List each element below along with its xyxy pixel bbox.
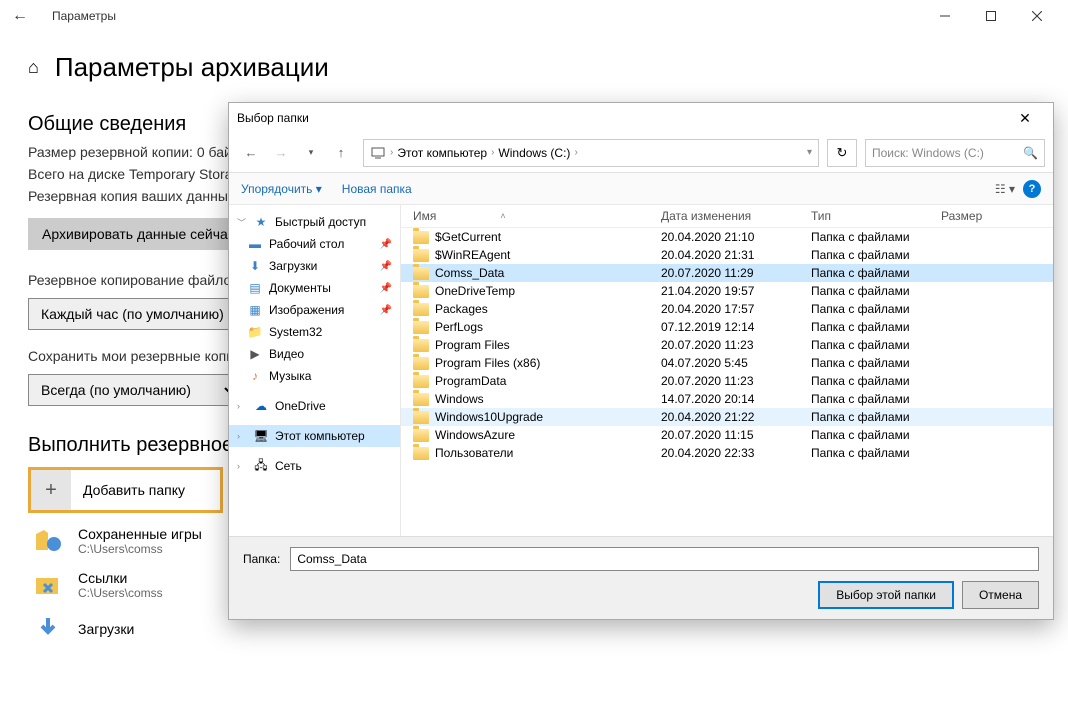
home-icon[interactable]: ⌂	[28, 57, 39, 78]
folder-icon	[413, 339, 429, 352]
file-row[interactable]: Пользователи20.04.2020 22:33Папка с файл…	[401, 444, 1053, 462]
folder-icon: 📁	[247, 324, 263, 340]
folder-icon	[413, 285, 429, 298]
star-icon: ★	[253, 214, 269, 230]
window-title: Параметры	[52, 9, 116, 23]
downloads-icon	[32, 613, 66, 645]
folder-icon	[413, 231, 429, 244]
navigation-pane: ﹀ ★ Быстрый доступ ▬Рабочий стол📌⬇Загруз…	[229, 205, 401, 536]
music-icon: ♪	[247, 368, 263, 384]
documents-icon: ▤	[247, 280, 263, 296]
file-row[interactable]: ProgramData20.07.2020 11:23Папка с файла…	[401, 372, 1053, 390]
column-date[interactable]: Дата изменения	[661, 209, 811, 223]
file-row[interactable]: $GetCurrent20.04.2020 21:10Папка с файла…	[401, 228, 1053, 246]
column-type[interactable]: Тип	[811, 209, 941, 223]
view-button[interactable]: ☷ ▾	[995, 182, 1015, 196]
folder-icon	[413, 267, 429, 280]
nav-recent-button[interactable]: ▾	[297, 139, 325, 167]
search-input[interactable]: Поиск: Windows (C:) 🔍	[865, 139, 1045, 167]
back-button[interactable]: ←	[8, 7, 32, 25]
nav-network[interactable]: › 🖧 Сеть	[229, 455, 400, 477]
folder-icon	[413, 357, 429, 370]
nav-item[interactable]: ♪Музыка	[229, 365, 400, 387]
nav-quick-access[interactable]: ﹀ ★ Быстрый доступ	[229, 211, 400, 233]
pin-icon: 📌	[380, 283, 392, 294]
folder-icon	[413, 321, 429, 334]
file-row[interactable]: PerfLogs07.12.2019 12:14Папка с файлами	[401, 318, 1053, 336]
nav-item[interactable]: ▬Рабочий стол📌	[229, 233, 400, 255]
plus-icon: +	[31, 470, 71, 510]
column-size[interactable]: Размер	[941, 209, 1011, 223]
nav-item[interactable]: ▶Видео	[229, 343, 400, 365]
nav-item[interactable]: ⬇Загрузки📌	[229, 255, 400, 277]
help-button[interactable]: ?	[1023, 180, 1041, 198]
schedule-select[interactable]: Каждый час (по умолчанию)	[28, 298, 249, 330]
folder-icon	[413, 411, 429, 424]
folder-field[interactable]	[290, 547, 1039, 571]
nav-item[interactable]: ▤Документы📌	[229, 277, 400, 299]
page-title: Параметры архивации	[55, 52, 329, 83]
file-row[interactable]: Windows14.07.2020 20:14Папка с файлами	[401, 390, 1053, 408]
folder-icon	[413, 249, 429, 262]
folder-icon	[413, 375, 429, 388]
downloads-icon: ⬇	[247, 258, 263, 274]
file-row[interactable]: Comss_Data20.07.2020 11:29Папка с файлам…	[401, 264, 1053, 282]
nav-forward-button[interactable]: →	[267, 139, 295, 167]
dialog-title: Выбор папки	[237, 111, 309, 125]
minimize-button[interactable]	[922, 0, 968, 32]
folder-icon	[413, 393, 429, 406]
file-row[interactable]: Windows10Upgrade20.04.2020 21:22Папка с …	[401, 408, 1053, 426]
pictures-icon: ▦	[247, 302, 263, 318]
file-row[interactable]: Program Files20.07.2020 11:23Папка с фай…	[401, 336, 1053, 354]
folder-icon	[413, 303, 429, 316]
file-row[interactable]: WindowsAzure20.07.2020 11:15Папка с файл…	[401, 426, 1053, 444]
nav-back-button[interactable]: ←	[237, 139, 265, 167]
saved-games-icon	[32, 525, 66, 557]
video-icon: ▶	[247, 346, 263, 362]
pc-icon	[370, 145, 386, 161]
file-row[interactable]: $WinREAgent20.04.2020 21:31Папка с файла…	[401, 246, 1053, 264]
pin-icon: 📌	[380, 239, 392, 250]
pin-icon: 📌	[380, 261, 392, 272]
cloud-icon: ☁	[253, 398, 269, 414]
new-folder-button[interactable]: Новая папка	[342, 182, 412, 196]
maximize-button[interactable]	[968, 0, 1014, 32]
desktop-icon: ▬	[247, 236, 263, 252]
refresh-button[interactable]: ↻	[827, 139, 857, 167]
folder-picker-dialog: Выбор папки ✕ ← → ▾ ↑ › Этот компьютер ›…	[228, 102, 1054, 620]
breadcrumb[interactable]: › Этот компьютер › Windows (C:) › ▾	[363, 139, 819, 167]
nav-this-pc[interactable]: › 🖥 Этот компьютер	[229, 425, 400, 447]
nav-item[interactable]: 📁System32	[229, 321, 400, 343]
backup-now-button[interactable]: Архивировать данные сейчас	[28, 218, 249, 250]
nav-onedrive[interactable]: › ☁ OneDrive	[229, 395, 400, 417]
file-row[interactable]: Packages20.04.2020 17:57Папка с файлами	[401, 300, 1053, 318]
select-folder-button[interactable]: Выбор этой папки	[818, 581, 954, 609]
pc-icon: 🖥	[253, 428, 269, 444]
file-row[interactable]: Program Files (x86)04.07.2020 5:45Папка …	[401, 354, 1053, 372]
folder-icon	[413, 447, 429, 460]
search-icon: 🔍	[1023, 146, 1038, 160]
dialog-close-button[interactable]: ✕	[1005, 110, 1045, 127]
column-name[interactable]: Имя˄	[409, 209, 661, 223]
folder-icon	[413, 429, 429, 442]
organize-button[interactable]: Упорядочить ▾	[241, 182, 322, 196]
close-button[interactable]	[1014, 0, 1060, 32]
file-row[interactable]: OneDriveTemp21.04.2020 19:57Папка с файл…	[401, 282, 1053, 300]
pin-icon: 📌	[380, 305, 392, 316]
links-icon	[32, 569, 66, 601]
network-icon: 🖧	[253, 458, 269, 474]
folder-field-label: Папка:	[243, 552, 280, 566]
retain-select[interactable]: Всегда (по умолчанию)	[28, 374, 238, 406]
nav-item[interactable]: ▦Изображения📌	[229, 299, 400, 321]
cancel-button[interactable]: Отмена	[962, 581, 1039, 609]
add-folder-button[interactable]: + Добавить папку	[28, 467, 223, 513]
nav-up-button[interactable]: ↑	[327, 139, 355, 167]
